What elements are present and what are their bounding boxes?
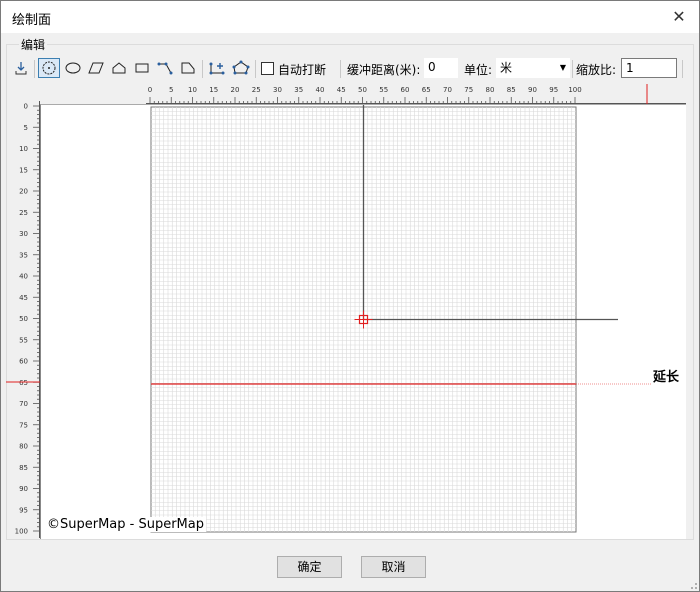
buffer-distance-input[interactable]: 0 bbox=[424, 58, 458, 78]
polygon-tool-icon[interactable] bbox=[109, 58, 129, 78]
ruler-label: 20 bbox=[19, 188, 28, 196]
ruler-label: 60 bbox=[401, 86, 410, 94]
edit-group-label: 编辑 bbox=[19, 36, 48, 53]
ruler-label: 85 bbox=[507, 86, 516, 94]
unit-label: 单位: bbox=[464, 63, 493, 77]
edit-node-icon[interactable] bbox=[230, 58, 252, 78]
ruler-label: 80 bbox=[19, 443, 28, 451]
circle-tool-icon[interactable] bbox=[38, 58, 60, 78]
cancel-button[interactable]: 取消 bbox=[361, 556, 426, 578]
watermark: ©SuperMap - SuperMap bbox=[45, 517, 206, 532]
scale-label: 缩放比: bbox=[576, 63, 617, 77]
buffer-distance-label: 缓冲距离(米): bbox=[347, 63, 421, 77]
toolbar-separator bbox=[34, 60, 35, 78]
scale-input[interactable]: 1 bbox=[621, 58, 677, 78]
ellipse-tool-icon[interactable] bbox=[63, 58, 83, 78]
resize-grip-icon[interactable] bbox=[688, 580, 698, 590]
import-icon[interactable] bbox=[12, 58, 30, 78]
ruler-label: 15 bbox=[209, 86, 218, 94]
unit-select-value: 米 bbox=[500, 61, 513, 75]
ruler-label: 65 bbox=[19, 379, 28, 387]
ruler-label: 75 bbox=[464, 86, 473, 94]
ruler-label: 70 bbox=[443, 86, 452, 94]
ruler-label: 95 bbox=[549, 86, 558, 94]
ruler-label: 15 bbox=[19, 166, 28, 174]
ruler-label: 30 bbox=[273, 86, 282, 94]
vertical-ruler: 0 5 10 15 20 25 30 35 40 45 50 55 60 65 70 75 80 85 90 95 10… bbox=[6, 101, 40, 538]
ruler-label: 10 bbox=[19, 145, 28, 153]
ruler-label: 50 bbox=[19, 315, 28, 323]
ruler-label: 85 bbox=[19, 464, 28, 472]
polyline-tool-icon[interactable] bbox=[155, 58, 175, 78]
ruler-label: 55 bbox=[379, 86, 388, 94]
ruler-label: 100 bbox=[568, 86, 581, 94]
ruler-label: 80 bbox=[486, 86, 495, 94]
ruler-label: 30 bbox=[19, 230, 28, 238]
toolbar-separator bbox=[202, 60, 203, 78]
parallelogram-tool-icon[interactable] bbox=[86, 58, 106, 78]
toolbar-separator bbox=[340, 60, 341, 78]
ruler-label: 5 bbox=[169, 86, 173, 94]
ruler-label: 70 bbox=[19, 400, 28, 408]
close-icon[interactable]: ✕ bbox=[669, 7, 689, 27]
ruler-label: 55 bbox=[19, 336, 28, 344]
ruler-label: 0 bbox=[148, 86, 152, 94]
chevron-down-icon: ▼ bbox=[559, 63, 566, 72]
add-node-icon[interactable] bbox=[206, 58, 228, 78]
ruler-label: 0 bbox=[24, 103, 28, 111]
toolbar-separator bbox=[572, 60, 573, 78]
ruler-label: 90 bbox=[19, 485, 28, 493]
ruler-label: 95 bbox=[19, 506, 28, 514]
ruler-label: 20 bbox=[231, 86, 240, 94]
ruler-label: 45 bbox=[19, 294, 28, 302]
ruler-label: 40 bbox=[316, 86, 325, 94]
ruler-label: 100 bbox=[15, 528, 28, 536]
unit-select[interactable]: 米 ▼ bbox=[496, 58, 570, 78]
drawing-canvas[interactable] bbox=[40, 104, 686, 539]
ruler-label: 60 bbox=[19, 358, 28, 366]
auto-break-checkbox[interactable] bbox=[261, 62, 274, 75]
ruler-label: 75 bbox=[19, 421, 28, 429]
ruler-label: 10 bbox=[188, 86, 197, 94]
extend-label: 延长 bbox=[653, 370, 680, 385]
ruler-label: 25 bbox=[252, 86, 261, 94]
horizontal-ruler: 0 5 10 15 20 25 30 35 40 45 50 55 60 65 70 75 80 85 90 95 10… bbox=[146, 82, 686, 104]
ruler-label: 35 bbox=[294, 86, 303, 94]
ruler-label: 40 bbox=[19, 273, 28, 281]
toolbar-separator bbox=[682, 60, 683, 78]
rectangle-tool-icon[interactable] bbox=[132, 58, 152, 78]
ruler-label: 90 bbox=[528, 86, 537, 94]
ruler-label: 35 bbox=[19, 251, 28, 259]
ruler-label: 50 bbox=[358, 86, 367, 94]
ruler-label: 45 bbox=[337, 86, 346, 94]
title-bar: 绘制面 ✕ bbox=[1, 1, 699, 33]
toolbar-separator bbox=[255, 60, 256, 78]
auto-break-label[interactable]: 自动打断 bbox=[278, 61, 326, 78]
ruler-label: 65 bbox=[422, 86, 431, 94]
window-title: 绘制面 bbox=[12, 13, 52, 28]
ruler-label: 25 bbox=[19, 209, 28, 217]
chamfer-tool-icon[interactable] bbox=[178, 58, 198, 78]
ruler-label: 5 bbox=[24, 124, 28, 132]
ok-button[interactable]: 确定 bbox=[277, 556, 342, 578]
